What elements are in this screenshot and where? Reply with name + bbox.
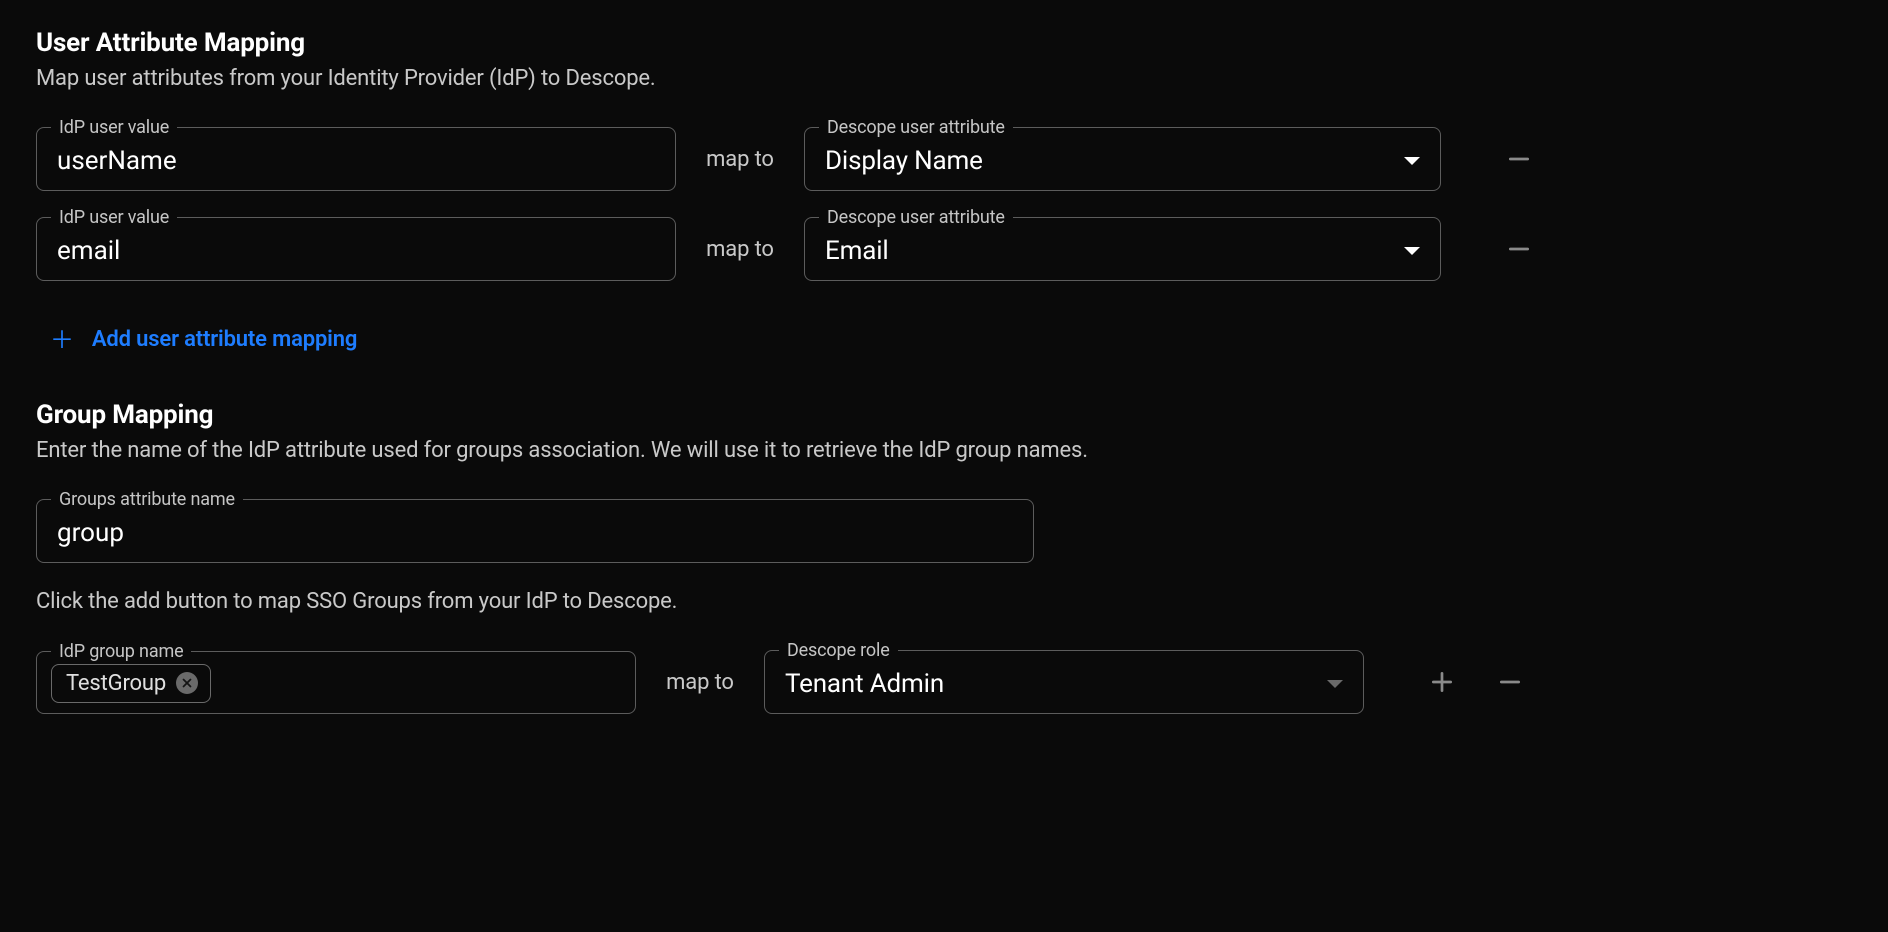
chip-remove-button[interactable] xyxy=(176,672,198,694)
groups-attr-field[interactable]: Groups attribute name xyxy=(36,499,1034,563)
idp-value-label: IdP user value xyxy=(51,117,177,138)
chevron-down-icon xyxy=(1404,157,1420,165)
descope-attr-value: Email xyxy=(825,236,889,266)
descope-attr-label: Descope user attribute xyxy=(819,117,1013,138)
chevron-down-icon xyxy=(1404,247,1420,255)
groups-attr-row: Groups attribute name xyxy=(36,499,1852,563)
descope-role-field[interactable]: Descope role Tenant Admin xyxy=(764,650,1364,714)
group-chip: TestGroup xyxy=(51,664,211,703)
descope-attr-label: Descope user attribute xyxy=(819,207,1013,228)
idp-value-field[interactable]: IdP user value xyxy=(36,217,676,281)
minus-icon xyxy=(1506,146,1532,172)
map-to-label: map to xyxy=(700,237,780,262)
idp-value-input[interactable] xyxy=(57,146,655,176)
user-mapping-row: IdP user value map to Descope user attri… xyxy=(36,217,1852,281)
groups-attr-input[interactable] xyxy=(57,518,1013,548)
idp-group-label: IdP group name xyxy=(51,641,191,662)
descope-attr-field[interactable]: Descope user attribute Email xyxy=(804,217,1441,281)
idp-value-label: IdP user value xyxy=(51,207,177,228)
remove-row-button[interactable] xyxy=(1488,660,1532,704)
chevron-down-icon xyxy=(1327,680,1343,688)
minus-icon xyxy=(1497,669,1523,695)
plus-icon: ＋ xyxy=(50,328,74,352)
add-row-button[interactable] xyxy=(1420,660,1464,704)
plus-icon xyxy=(1429,669,1455,695)
group-chip-text: TestGroup xyxy=(66,671,166,696)
groups-attr-label: Groups attribute name xyxy=(51,489,243,510)
user-mapping-desc: Map user attributes from your Identity P… xyxy=(36,66,1852,91)
map-to-label: map to xyxy=(660,670,740,695)
remove-row-button[interactable] xyxy=(1497,137,1541,181)
group-mapping-desc2: Click the add button to map SSO Groups f… xyxy=(36,589,1852,614)
add-user-mapping-button[interactable]: ＋ Add user attribute mapping xyxy=(36,327,357,352)
idp-value-field[interactable]: IdP user value xyxy=(36,127,676,191)
close-icon xyxy=(181,677,193,689)
map-to-label: map to xyxy=(700,147,780,172)
group-mapping-row: IdP group name TestGroup map to Descope … xyxy=(36,650,1852,714)
idp-group-field[interactable]: IdP group name TestGroup xyxy=(36,651,636,714)
group-mapping-desc: Enter the name of the IdP attribute used… xyxy=(36,438,1852,463)
descope-role-select[interactable]: Tenant Admin xyxy=(785,669,1343,699)
idp-value-input[interactable] xyxy=(57,236,655,266)
user-mapping-row: IdP user value map to Descope user attri… xyxy=(36,127,1852,191)
user-mapping-title: User Attribute Mapping xyxy=(36,28,1852,58)
group-mapping-title: Group Mapping xyxy=(36,400,1852,430)
descope-role-label: Descope role xyxy=(779,640,898,661)
descope-attr-select[interactable]: Display Name xyxy=(825,146,1420,176)
descope-attr-field[interactable]: Descope user attribute Display Name xyxy=(804,127,1441,191)
add-user-mapping-label: Add user attribute mapping xyxy=(92,327,357,352)
remove-row-button[interactable] xyxy=(1497,227,1541,271)
descope-attr-select[interactable]: Email xyxy=(825,236,1420,266)
descope-role-value: Tenant Admin xyxy=(785,669,944,699)
minus-icon xyxy=(1506,236,1532,262)
descope-attr-value: Display Name xyxy=(825,146,983,176)
